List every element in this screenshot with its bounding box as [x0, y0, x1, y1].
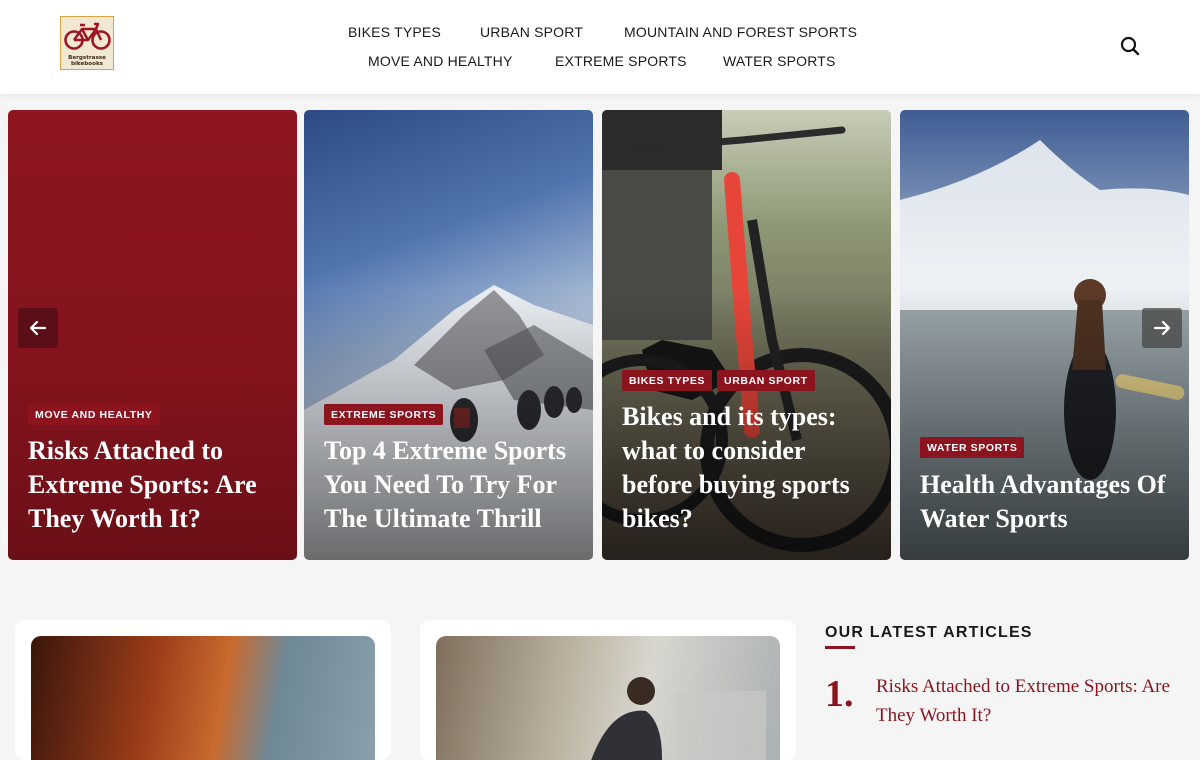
site-header: Bergstrasse bikebooks BIKES TYPES URBAN … — [0, 0, 1200, 94]
card-title[interactable]: Bikes and its types: what to consider be… — [622, 400, 880, 536]
nav-move-and-healthy[interactable]: MOVE AND HEALTHY — [368, 53, 513, 69]
card-title[interactable]: Risks Attached to Extreme Sports: Are Th… — [28, 434, 286, 536]
runner-image — [436, 636, 780, 760]
tag-urban-sport[interactable]: URBAN SPORT — [717, 370, 815, 391]
arrow-right-icon — [1153, 320, 1171, 336]
tag-move-and-healthy[interactable]: MOVE AND HEALTHY — [28, 404, 160, 425]
search-button[interactable] — [1118, 34, 1142, 58]
search-icon — [1120, 36, 1140, 56]
card-tags: EXTREME SPORTS — [324, 404, 444, 425]
climber-image — [31, 636, 375, 760]
card-title[interactable]: Health Advantages Of Water Sports — [920, 468, 1178, 536]
nav-extreme-sports[interactable]: EXTREME SPORTS — [555, 53, 687, 69]
nav-urban-sport[interactable]: URBAN SPORT — [480, 24, 583, 40]
nav-water-sports[interactable]: WATER SPORTS — [723, 53, 836, 69]
runner-figure — [591, 677, 766, 760]
nav-row-2: MOVE AND HEALTHY EXTREME SPORTS WATER SP… — [0, 53, 1200, 73]
post-card-2[interactable] — [420, 620, 796, 760]
card-tags: WATER SPORTS — [920, 437, 1025, 458]
latest-articles-heading: OUR LATEST ARTICLES — [825, 624, 1033, 641]
slider-card-2[interactable]: EXTREME SPORTS Top 4 Extreme Sports You … — [304, 110, 593, 560]
card-title[interactable]: Top 4 Extreme Sports You Need To Try For… — [324, 434, 582, 536]
latest-article-title[interactable]: Risks Attached to Extreme Sports: Are Th… — [876, 672, 1191, 730]
tag-bikes-types[interactable]: BIKES TYPES — [622, 370, 713, 391]
nav-bikes-types[interactable]: BIKES TYPES — [348, 24, 441, 40]
nav-row-1: BIKES TYPES URBAN SPORT MOUNTAIN AND FOR… — [0, 24, 1200, 44]
arrow-left-icon — [29, 320, 47, 336]
heading-underline — [825, 646, 855, 649]
nav-mountain-forest-sports[interactable]: MOUNTAIN AND FOREST SPORTS — [624, 24, 857, 40]
card-tags: MOVE AND HEALTHY — [28, 404, 160, 425]
post-card-1[interactable] — [15, 620, 391, 760]
slider-prev-button[interactable] — [18, 308, 58, 348]
card-tags: BIKES TYPES URBAN SPORT — [622, 370, 815, 391]
tag-water-sports[interactable]: WATER SPORTS — [920, 437, 1025, 458]
tag-extreme-sports[interactable]: EXTREME SPORTS — [324, 404, 444, 425]
slider-next-button[interactable] — [1142, 308, 1182, 348]
latest-article-number: 1. — [825, 673, 854, 715]
slider-card-3[interactable]: BIKES TYPES URBAN SPORT Bikes and its ty… — [602, 110, 891, 560]
